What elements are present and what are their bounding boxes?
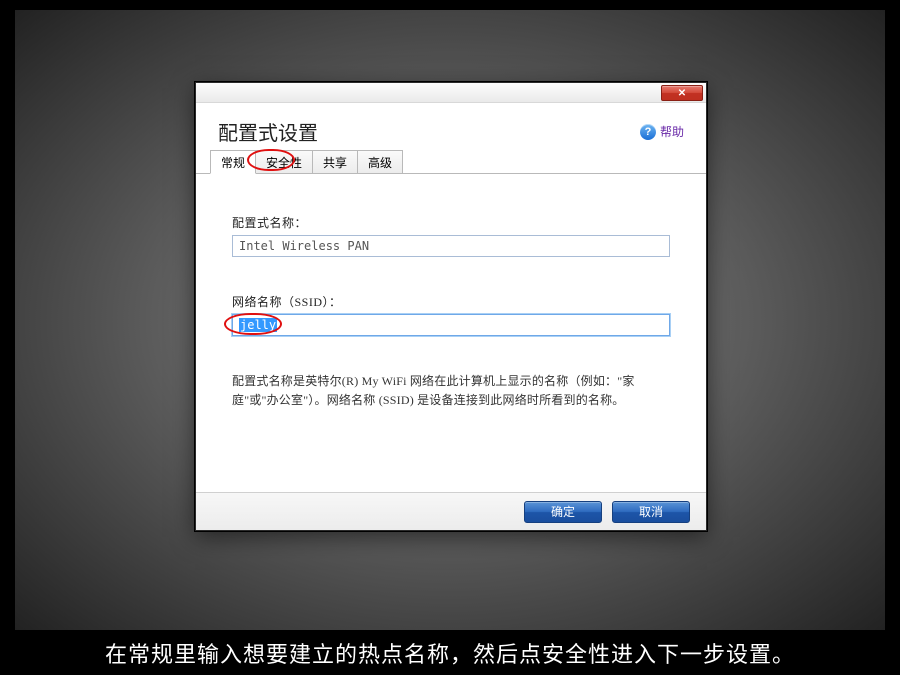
tab-advanced[interactable]: 高级 [357, 150, 403, 173]
profile-settings-dialog: ✕ 配置式设置 ? 帮助 常规 安全性 共享 高级 配置式名称： 网络名称（SS… [195, 82, 707, 531]
ssid-input[interactable]: jelly [232, 314, 670, 336]
field-profile-name: 配置式名称： [232, 214, 670, 257]
tab-sharing[interactable]: 共享 [312, 150, 358, 173]
ok-button[interactable]: 确定 [524, 501, 602, 523]
tab-body-general: 配置式名称： 网络名称（SSID）： jelly 配置式名称是英特尔(R) My… [196, 174, 706, 492]
tabstrip: 常规 安全性 共享 高级 [196, 152, 706, 174]
cancel-button[interactable]: 取消 [612, 501, 690, 523]
help-label: 帮助 [660, 123, 684, 140]
profile-name-label: 配置式名称： [232, 214, 670, 231]
profile-name-input[interactable] [232, 235, 670, 257]
titlebar: ✕ [196, 83, 706, 103]
help-icon: ? [640, 124, 656, 140]
close-icon: ✕ [678, 88, 686, 99]
dialog-header: 配置式设置 ? 帮助 [196, 103, 706, 152]
tab-general[interactable]: 常规 [210, 150, 256, 174]
field-ssid: 网络名称（SSID）： jelly [232, 293, 670, 336]
tab-security[interactable]: 安全性 [255, 150, 313, 173]
tutorial-caption: 在常规里输入想要建立的热点名称，然后点安全性进入下一步设置。 [0, 630, 900, 675]
ssid-selected-text: jelly [239, 318, 277, 332]
description-text: 配置式名称是英特尔(R) My WiFi 网络在此计算机上显示的名称（例如："家… [232, 372, 652, 409]
stage: ✕ 配置式设置 ? 帮助 常规 安全性 共享 高级 配置式名称： 网络名称（SS… [0, 0, 900, 675]
ssid-label: 网络名称（SSID）： [232, 293, 670, 310]
help-link[interactable]: ? 帮助 [640, 123, 684, 140]
close-button[interactable]: ✕ [661, 85, 703, 101]
dialog-footer: 确定 取消 [196, 492, 706, 530]
dialog-title: 配置式设置 [218, 117, 318, 146]
